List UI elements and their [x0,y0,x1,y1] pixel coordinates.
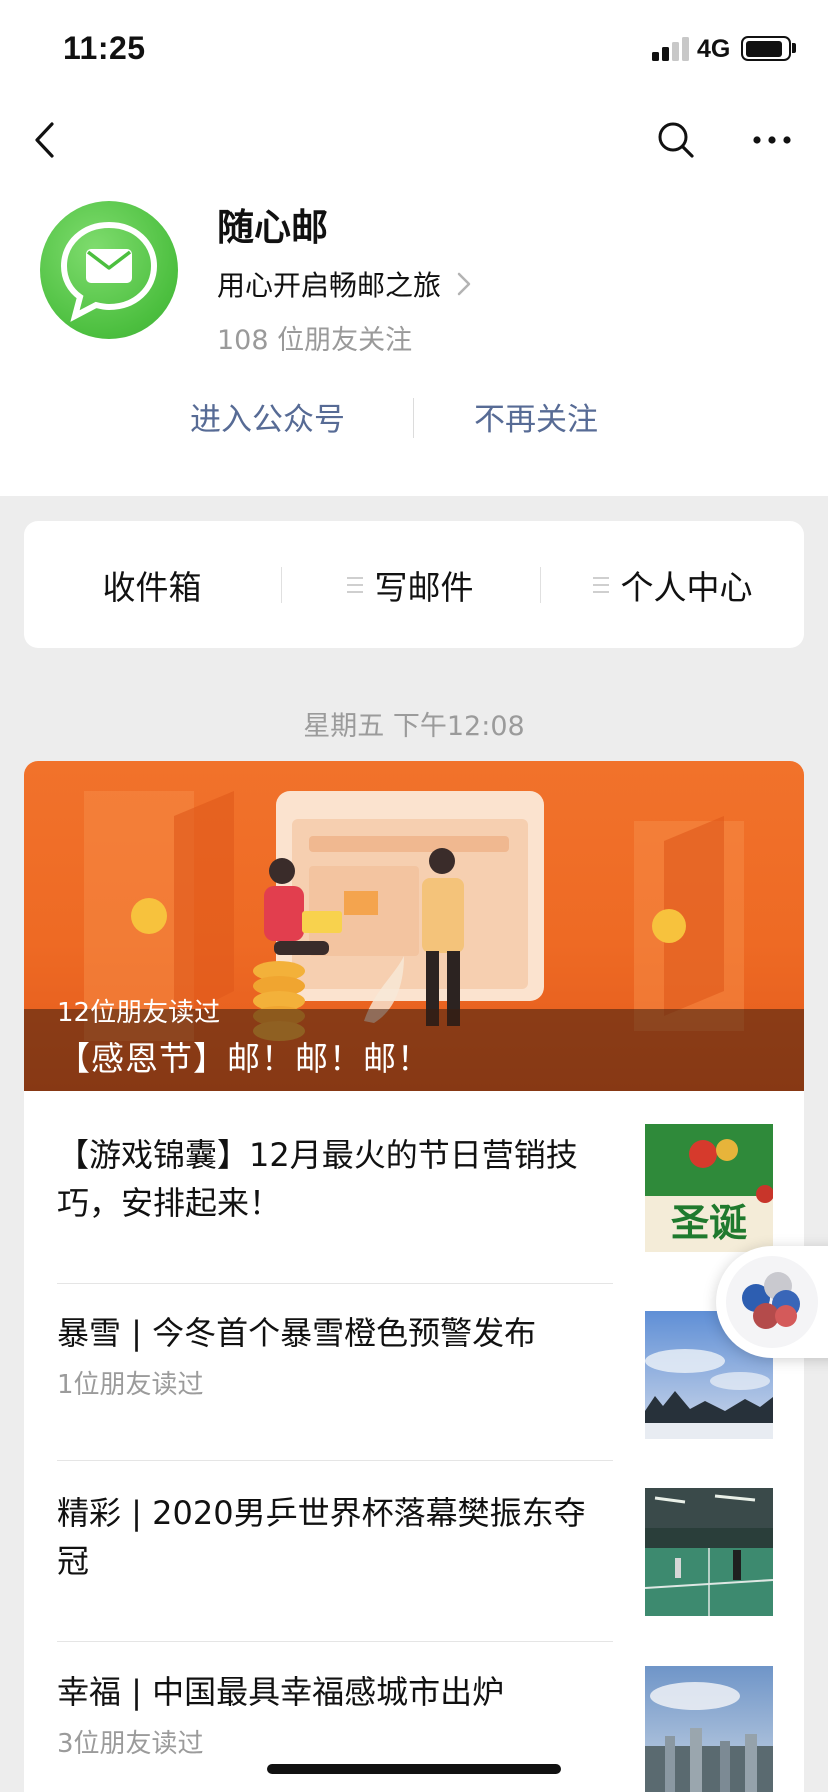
article-title: 【游戏锦囊】12月最火的节日营销技巧，安排起来！ [57,1136,578,1222]
article-thumbnail [645,1666,773,1792]
message-timestamp: 星期五 下午12:08 [303,711,525,742]
enter-account-button[interactable]: 进入公众号 [190,394,345,439]
home-indicator [267,1764,561,1774]
account-name: 随心邮 [217,206,328,249]
back-icon[interactable] [22,110,66,170]
featured-title: 【感恩节】邮！邮！邮！ [57,1039,431,1078]
submenu-icon [346,576,363,593]
battery-icon [741,36,791,61]
article-group: 12位朋友读过 【感恩节】邮！邮！邮！ 【游戏锦囊】12月最火的节日营销技巧，安… [24,761,804,1792]
article-thumbnail: 圣诞 [645,1124,773,1252]
network-label: 4G [697,35,731,63]
floating-window-icon [726,1256,818,1348]
menu-item-label: 收件箱 [102,567,202,607]
unfollow-button[interactable]: 不再关注 [474,394,598,439]
featured-read-count: 12位朋友读过 [57,998,221,1028]
menu-item-label: 个人中心 [620,567,753,607]
article-read-count: 1位朋友读过 [57,1370,204,1400]
status-time: 11:25 [63,30,146,66]
featured-article[interactable]: 12位朋友读过 【感恩节】邮！邮！邮！ [24,761,804,1091]
article-read-count: 3位朋友读过 [57,1729,204,1759]
account-avatar[interactable] [40,201,178,339]
account-menu: 收件箱 写邮件 个人中心 [24,521,804,648]
article-title: 精彩 | 2020男乒世界杯落幕樊振东夺冠 [57,1494,586,1580]
article-thumbnail [645,1488,773,1616]
article-item[interactable]: 暴雪 | 今冬首个暴雪橙色预警发布 1位朋友读过 [24,1284,804,1460]
floating-window-button[interactable] [716,1246,828,1358]
chevron-right-icon [457,272,471,296]
menu-item-inbox[interactable]: 收件箱 [24,521,280,648]
nav-bar [0,96,828,184]
battery-tip [792,43,796,53]
account-description-link[interactable]: 用心开启畅邮之旅 [217,264,471,304]
article-item[interactable]: 精彩 | 2020男乒世界杯落幕樊振东夺冠 [24,1461,804,1641]
account-description: 用心开启畅邮之旅 [217,269,442,302]
account-profile: 随心邮 用心开启畅邮之旅 108 位朋友关注 进入公众号 不再关注 [0,184,828,496]
submenu-icon [592,576,609,593]
search-icon[interactable] [650,110,702,170]
more-icon[interactable] [746,110,798,170]
menu-item-label: 写邮件 [374,567,474,607]
menu-item-profile[interactable]: 个人中心 [541,521,804,648]
article-item[interactable]: 【游戏锦囊】12月最火的节日营销技巧，安排起来！ 圣诞 [24,1091,804,1274]
mail-bubble-icon [60,221,158,322]
status-bar: 11:25 4G [0,0,828,96]
thumbnail-text: 圣诞 [671,1201,747,1245]
action-divider [413,398,414,438]
article-title: 暴雪 | 今冬首个暴雪橙色预警发布 [57,1314,537,1352]
signal-icon [652,37,690,61]
menu-item-compose[interactable]: 写邮件 [282,521,538,648]
article-title: 幸福 | 中国最具幸福感城市出炉 [57,1673,505,1711]
follower-count: 108 位朋友关注 [217,325,413,356]
